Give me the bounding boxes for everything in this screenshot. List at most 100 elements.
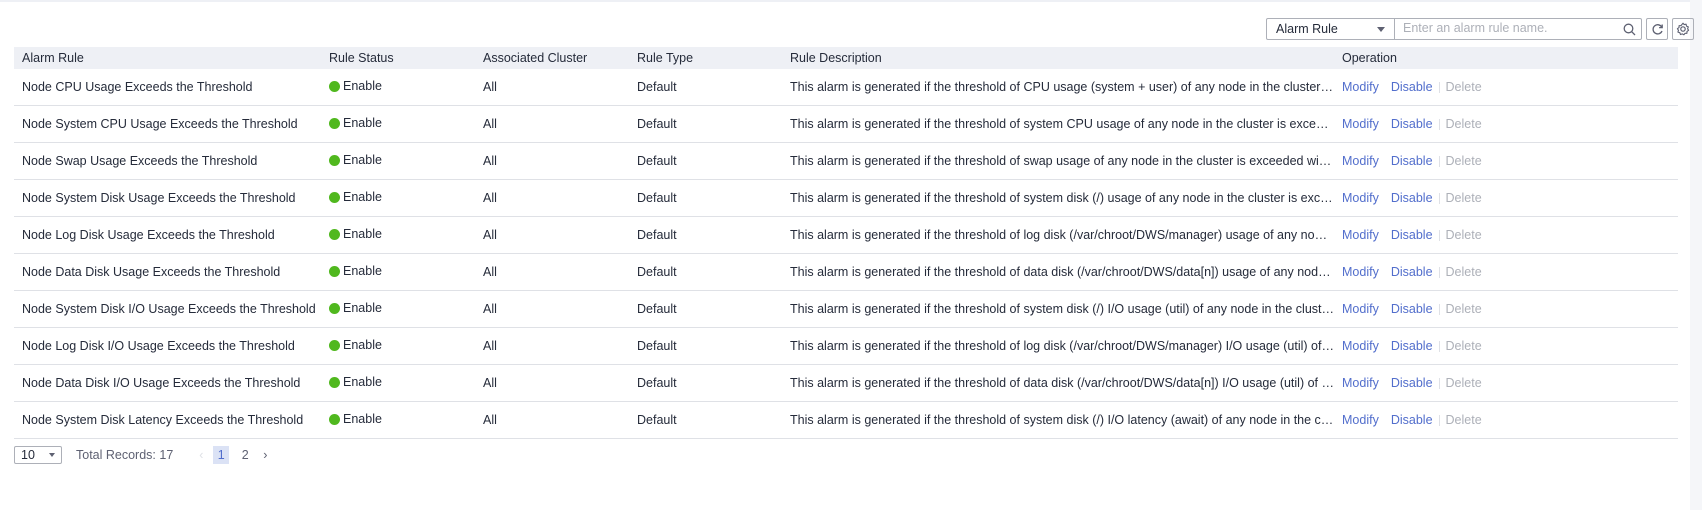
associated-cluster: All xyxy=(475,253,629,291)
delete-link: Delete xyxy=(1445,302,1482,316)
modify-link[interactable]: Modify xyxy=(1342,413,1379,427)
disable-link[interactable]: Disable xyxy=(1391,191,1433,205)
modify-link[interactable]: Modify xyxy=(1342,339,1379,353)
modify-link[interactable]: Modify xyxy=(1342,154,1379,168)
rule-status-cell: Enable xyxy=(321,105,475,143)
alarm-rule-name: Node Data Disk I/O Usage Exceeds the Thr… xyxy=(14,364,321,402)
status-text: Enable xyxy=(343,79,382,94)
column-header-rule-type[interactable]: Rule Type xyxy=(629,47,782,69)
modify-link[interactable]: Modify xyxy=(1342,117,1379,131)
top-border xyxy=(0,0,1702,2)
disable-link[interactable]: Disable xyxy=(1391,376,1433,390)
search-icon[interactable] xyxy=(1617,19,1641,39)
associated-cluster: All xyxy=(475,290,629,328)
row-actions: Modify Disable Delete xyxy=(1342,413,1678,427)
action-divider xyxy=(1438,229,1440,241)
alarm-rules-table: Alarm Rule Rule Status Associated Cluste… xyxy=(14,47,1678,439)
table-row: Node Swap Usage Exceeds the Threshold Ena… xyxy=(14,142,1678,180)
table-header-row: Alarm Rule Rule Status Associated Cluste… xyxy=(14,47,1678,69)
action-divider xyxy=(1438,414,1440,426)
modify-link[interactable]: Modify xyxy=(1342,265,1379,279)
pagination: 10 Total Records: 17 ‹ 1 2 › xyxy=(14,445,273,465)
modify-link[interactable]: Modify xyxy=(1342,302,1379,316)
rule-description: This alarm is generated if the threshold… xyxy=(782,142,1334,180)
row-actions: Modify Disable Delete xyxy=(1342,339,1678,353)
delete-link: Delete xyxy=(1445,228,1482,242)
disable-link[interactable]: Disable xyxy=(1391,80,1433,94)
disable-link[interactable]: Disable xyxy=(1391,413,1433,427)
modify-link[interactable]: Modify xyxy=(1342,228,1379,242)
disable-link[interactable]: Disable xyxy=(1391,228,1433,242)
status-text: Enable xyxy=(343,264,382,279)
status-text: Enable xyxy=(343,412,382,427)
associated-cluster: All xyxy=(475,69,629,106)
column-header-rule-description[interactable]: Rule Description xyxy=(782,47,1334,69)
delete-link: Delete xyxy=(1445,376,1482,390)
disable-link[interactable]: Disable xyxy=(1391,265,1433,279)
rule-status-cell: Enable xyxy=(321,253,475,291)
operation-cell: Modify Disable Delete xyxy=(1334,142,1678,180)
rule-type: Default xyxy=(629,327,782,365)
modify-link[interactable]: Modify xyxy=(1342,191,1379,205)
rule-status-cell: Enable xyxy=(321,142,475,180)
rule-description: This alarm is generated if the threshold… xyxy=(782,179,1334,217)
action-divider xyxy=(1438,192,1440,204)
action-divider xyxy=(1438,118,1440,130)
delete-link: Delete xyxy=(1445,80,1482,94)
status-badge: Enable xyxy=(329,116,382,130)
modify-link[interactable]: Modify xyxy=(1342,376,1379,390)
refresh-icon[interactable] xyxy=(1646,18,1668,40)
alarm-rule-name: Node CPU Usage Exceeds the Threshold xyxy=(14,69,321,106)
associated-cluster: All xyxy=(475,105,629,143)
row-actions: Modify Disable Delete xyxy=(1342,302,1678,316)
alarm-rule-name: Node System Disk Usage Exceeds the Thres… xyxy=(14,179,321,217)
modify-link[interactable]: Modify xyxy=(1342,80,1379,94)
status-badge: Enable xyxy=(329,375,382,389)
rule-status-cell: Enable xyxy=(321,69,475,106)
status-text: Enable xyxy=(343,116,382,131)
table-row: Node System Disk Usage Exceeds the Thres… xyxy=(14,179,1678,217)
rule-type: Default xyxy=(629,401,782,439)
rule-description: This alarm is generated if the threshold… xyxy=(782,253,1334,291)
delete-link: Delete xyxy=(1445,117,1482,131)
row-actions: Modify Disable Delete xyxy=(1342,228,1678,242)
status-text: Enable xyxy=(343,227,382,242)
table-row: Node Log Disk Usage Exceeds the Threshol… xyxy=(14,216,1678,254)
status-enabled-icon xyxy=(329,376,340,388)
table-row: Node System Disk I/O Usage Exceeds the T… xyxy=(14,290,1678,328)
status-enabled-icon xyxy=(329,191,340,203)
table-row: Node System CPU Usage Exceeds the Thresh… xyxy=(14,105,1678,143)
associated-cluster: All xyxy=(475,327,629,365)
operation-cell: Modify Disable Delete xyxy=(1334,327,1678,365)
column-header-associated-cluster[interactable]: Associated Cluster xyxy=(475,47,629,69)
disable-link[interactable]: Disable xyxy=(1391,302,1433,316)
column-header-alarm-rule[interactable]: Alarm Rule xyxy=(14,47,321,69)
page-2[interactable]: 2 xyxy=(237,446,253,464)
row-actions: Modify Disable Delete xyxy=(1342,191,1678,205)
operation-cell: Modify Disable Delete xyxy=(1334,216,1678,254)
rule-description: This alarm is generated if the threshold… xyxy=(782,69,1334,106)
table-row: Node Data Disk Usage Exceeds the Thresho… xyxy=(14,253,1678,291)
disable-link[interactable]: Disable xyxy=(1391,154,1433,168)
rule-type: Default xyxy=(629,364,782,402)
status-enabled-icon xyxy=(329,265,340,277)
search-filter-select[interactable]: Alarm Rule xyxy=(1267,19,1395,39)
delete-link: Delete xyxy=(1445,154,1482,168)
disable-link[interactable]: Disable xyxy=(1391,339,1433,353)
previous-page-icon[interactable]: ‹ xyxy=(193,448,209,462)
vertical-scrollbar[interactable] xyxy=(1690,0,1702,510)
alarm-rule-name: Node Log Disk Usage Exceeds the Threshol… xyxy=(14,216,321,254)
disable-link[interactable]: Disable xyxy=(1391,117,1433,131)
page-size-select[interactable]: 10 xyxy=(14,446,62,464)
delete-link: Delete xyxy=(1445,413,1482,427)
next-page-icon[interactable]: › xyxy=(257,448,273,462)
search-input[interactable] xyxy=(1395,19,1617,37)
page-1[interactable]: 1 xyxy=(213,446,230,464)
status-text: Enable xyxy=(343,153,382,168)
action-divider xyxy=(1438,303,1440,315)
row-actions: Modify Disable Delete xyxy=(1342,154,1678,168)
column-header-rule-status[interactable]: Rule Status xyxy=(321,47,475,69)
action-divider xyxy=(1438,266,1440,278)
rule-type: Default xyxy=(629,216,782,254)
gear-icon[interactable] xyxy=(1672,18,1694,40)
